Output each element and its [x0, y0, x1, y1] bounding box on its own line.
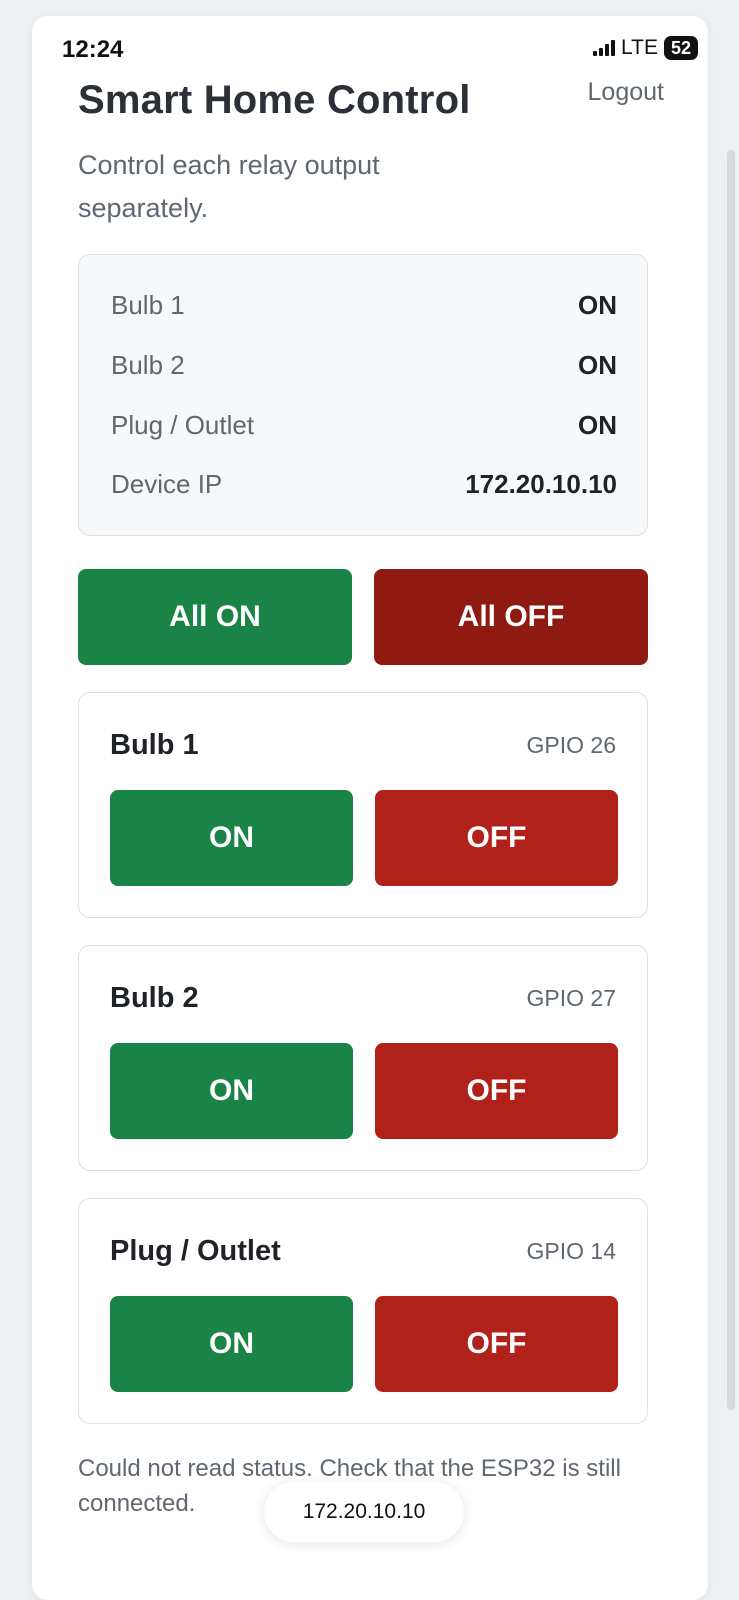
device-card-bulb-2: Bulb 2 GPIO 27 ON OFF	[78, 945, 648, 1171]
device-name: Bulb 1	[110, 729, 199, 761]
status-row-plug: Plug / Outlet ON	[111, 405, 617, 445]
device-gpio: GPIO 14	[526, 1238, 616, 1264]
network-type: LTE	[621, 36, 658, 59]
device-gpio: GPIO 27	[526, 985, 616, 1011]
status-label: Plug / Outlet	[111, 409, 255, 440]
bulb-1-off-button[interactable]: OFF	[375, 790, 618, 886]
device-gpio: GPIO 26	[526, 732, 616, 758]
all-on-button[interactable]: All ON	[78, 569, 352, 665]
device-name: Plug / Outlet	[110, 1235, 281, 1267]
status-panel: Bulb 1 ON Bulb 2 ON Plug / Outlet ON Dev…	[78, 254, 648, 536]
status-value: ON	[578, 349, 617, 380]
device-card-plug-outlet: Plug / Outlet GPIO 14 ON OFF	[78, 1198, 648, 1424]
page-subtitle: Control each relay output separately.	[78, 150, 380, 223]
status-value: 172.20.10.10	[465, 468, 617, 499]
status-row-device-ip: Device IP 172.20.10.10	[111, 464, 617, 504]
status-time: 12:24	[62, 36, 124, 63]
status-row-bulb-2: Bulb 2 ON	[111, 345, 617, 385]
app-card: 12:24 LTE 52 Smart Home Control Logout C…	[32, 16, 708, 1600]
battery-icon: 52	[664, 36, 698, 60]
device-name: Bulb 2	[110, 982, 199, 1014]
scrollbar-thumb[interactable]	[727, 150, 735, 1410]
logout-link[interactable]: Logout	[588, 78, 664, 107]
bulb-1-on-button[interactable]: ON	[110, 790, 353, 886]
status-label: Bulb 1	[111, 289, 185, 320]
status-label: Bulb 2	[111, 349, 185, 380]
status-bar: 12:24 LTE 52	[32, 16, 708, 76]
status-value: ON	[578, 409, 617, 440]
plug-on-button[interactable]: ON	[110, 1296, 353, 1392]
page-title: Smart Home Control	[78, 78, 471, 122]
cellular-signal-icon	[593, 40, 616, 56]
all-off-button[interactable]: All OFF	[374, 569, 648, 665]
status-indicators: LTE 52	[593, 36, 698, 60]
bulb-2-off-button[interactable]: OFF	[375, 1043, 618, 1139]
device-card-bulb-1: Bulb 1 GPIO 26 ON OFF	[78, 692, 648, 918]
plug-off-button[interactable]: OFF	[375, 1296, 618, 1392]
scrollbar[interactable]	[721, 0, 739, 1600]
bulb-2-on-button[interactable]: ON	[110, 1043, 353, 1139]
status-value: ON	[578, 289, 617, 320]
status-label: Device IP	[111, 468, 223, 499]
status-row-bulb-1: Bulb 1 ON	[111, 285, 617, 325]
address-bar-pill[interactable]: 172.20.10.10	[264, 1482, 464, 1542]
